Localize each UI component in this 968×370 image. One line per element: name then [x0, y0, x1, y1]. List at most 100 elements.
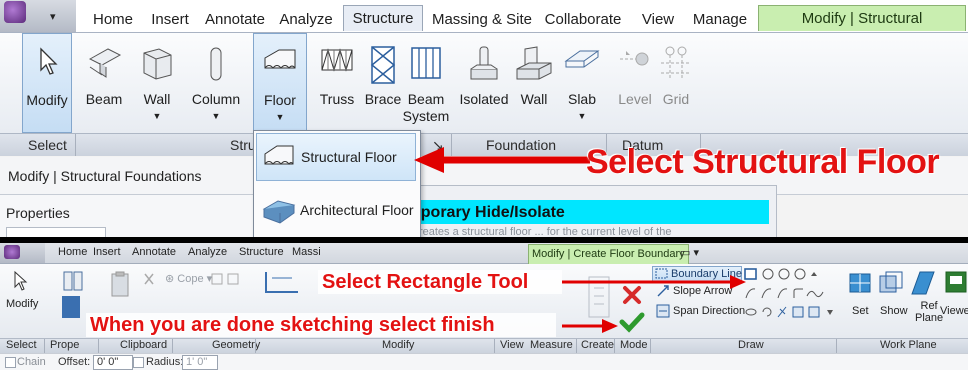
- pick-supports-icon[interactable]: [808, 306, 820, 318]
- tab-home[interactable]: Home: [88, 7, 138, 32]
- beam-button[interactable]: Beam: [80, 33, 128, 133]
- ref-plane-icon[interactable]: [908, 268, 938, 298]
- tab-collaborate[interactable]: Collaborate: [541, 7, 625, 32]
- tab-manage[interactable]: Manage: [688, 7, 752, 32]
- tab-insert[interactable]: Insert: [93, 246, 121, 258]
- join-icon[interactable]: [210, 272, 240, 286]
- cope-button[interactable]: ⊛ Cope ▾: [165, 272, 212, 285]
- floor-dropdown-arrow-icon[interactable]: ▼: [254, 112, 306, 122]
- finish-edit-mode-icon[interactable]: [619, 311, 645, 333]
- cursor-arrow-icon[interactable]: [10, 270, 30, 292]
- circumscribed-polygon-icon[interactable]: [778, 268, 790, 280]
- tab-analyze[interactable]: Analyze: [275, 7, 337, 32]
- panel-select[interactable]: Select: [28, 137, 67, 153]
- foundation-wall-button[interactable]: Wall: [512, 33, 556, 133]
- center-ends-arc-icon[interactable]: [761, 288, 772, 299]
- viewer-icon[interactable]: [944, 270, 968, 296]
- wall-button[interactable]: Wall ▼: [133, 33, 181, 133]
- panel-select[interactable]: Select: [6, 339, 37, 351]
- brace-button[interactable]: Brace: [361, 33, 405, 133]
- bottom-screenshot-panel: Home Insert Annotate Analyze Structure M…: [0, 243, 968, 370]
- tab-massing[interactable]: Massi: [292, 246, 321, 258]
- type-properties-icon[interactable]: [62, 296, 80, 318]
- beam-system-button[interactable]: Beam System: [402, 33, 450, 133]
- architectural-floor-icon: [262, 200, 296, 224]
- beam-icon: [88, 48, 122, 78]
- modify-button[interactable]: Modify: [6, 298, 38, 310]
- cut-icon[interactable]: [142, 272, 156, 286]
- panel-divider: [44, 339, 45, 353]
- panel-create[interactable]: Create: [581, 339, 614, 351]
- pick-walls-icon[interactable]: [792, 306, 804, 318]
- tab-extra-button[interactable]: ▭ ▾: [680, 246, 699, 259]
- viewer-button[interactable]: Viewer: [940, 305, 968, 317]
- chain-checkbox[interactable]: [5, 357, 16, 368]
- modify-button[interactable]: Modify: [22, 33, 72, 133]
- tab-home[interactable]: Home: [58, 246, 87, 258]
- application-menu-button[interactable]: ▾: [0, 0, 76, 32]
- type-selector[interactable]: [6, 227, 106, 237]
- menu-item-structural-floor[interactable]: Structural Floor: [256, 133, 416, 181]
- tab-massing-site[interactable]: Massing & Site: [425, 7, 539, 32]
- paste-icon[interactable]: [108, 270, 132, 300]
- offset-field[interactable]: 0' 0": [93, 355, 133, 370]
- ellipse-icon[interactable]: [745, 308, 757, 316]
- set-button[interactable]: Set: [852, 305, 869, 317]
- panel-view[interactable]: View: [500, 339, 524, 351]
- panel-work-plane[interactable]: Work Plane: [880, 339, 937, 351]
- floor-button[interactable]: Floor ▼: [253, 33, 307, 133]
- column-button[interactable]: Column ▼: [188, 33, 244, 133]
- architectural-floor-label: Architectural Floor: [300, 202, 414, 218]
- slab-button[interactable]: Slab ▼: [556, 33, 608, 133]
- align-icon[interactable]: [262, 270, 302, 296]
- panel-clipboard[interactable]: Clipboard: [120, 339, 167, 351]
- column-dropdown-arrow-icon[interactable]: ▼: [188, 111, 244, 121]
- circle-tool-icon[interactable]: [794, 268, 806, 280]
- truss-button[interactable]: Truss: [313, 33, 361, 133]
- draw-scroll-up-icon[interactable]: [811, 272, 817, 276]
- spline-icon[interactable]: [806, 290, 824, 298]
- tab-analyze[interactable]: Analyze: [188, 246, 227, 258]
- radius-field[interactable]: 1' 0": [182, 355, 218, 370]
- radius-checkbox[interactable]: [133, 357, 144, 368]
- tab-modify-structural-foundations[interactable]: Modify | Structural Foundations: [758, 5, 966, 52]
- menu-item-architectural-floor[interactable]: Architectural Floor: [256, 187, 416, 235]
- tangent-arc-icon[interactable]: [777, 288, 788, 299]
- show-button[interactable]: Show: [880, 305, 908, 317]
- draw-more-icon[interactable]: [827, 310, 833, 315]
- wall-dropdown-arrow-icon[interactable]: ▼: [133, 111, 181, 121]
- application-menu-button[interactable]: [0, 243, 45, 263]
- pick-lines-icon[interactable]: [777, 306, 787, 318]
- tab-annotate[interactable]: Annotate: [132, 246, 176, 258]
- panel-draw[interactable]: Draw: [738, 339, 764, 351]
- tab-modify-create-floor-boundary[interactable]: Modify | Create Floor Boundary: [528, 244, 689, 264]
- tab-structure[interactable]: Structure: [239, 246, 284, 258]
- properties-icon[interactable]: [60, 270, 86, 292]
- panel-structure[interactable]: Stru: [230, 137, 256, 153]
- partial-ellipse-icon[interactable]: [762, 307, 772, 317]
- tab-view[interactable]: View: [635, 7, 681, 32]
- structural-floor-label: Structural Floor: [301, 149, 397, 165]
- radius-label: Radius:: [146, 356, 184, 368]
- isolated-foundation-button[interactable]: Isolated: [456, 33, 512, 133]
- slab-dropdown-arrow-icon[interactable]: ▼: [556, 111, 608, 121]
- panel-geometry[interactable]: Geometry: [212, 339, 260, 351]
- ref-plane-button[interactable]: Ref Plane: [915, 300, 943, 324]
- inscribed-polygon-icon[interactable]: [762, 268, 774, 280]
- level-button[interactable]: Level: [614, 33, 656, 133]
- slab-icon: [564, 50, 600, 68]
- grid-label: Grid: [662, 91, 690, 107]
- set-work-plane-icon[interactable]: [848, 270, 872, 296]
- show-work-plane-icon[interactable]: [878, 270, 904, 296]
- tab-annotate[interactable]: Annotate: [200, 7, 270, 32]
- panel-mode[interactable]: Mode: [620, 339, 648, 351]
- draw-tools-row-3: [745, 306, 833, 318]
- panel-properties[interactable]: Prope: [50, 339, 79, 351]
- panel-modify[interactable]: Modify: [382, 339, 414, 351]
- fillet-arc-icon[interactable]: [793, 288, 803, 298]
- tab-insert[interactable]: Insert: [142, 7, 198, 32]
- grid-button[interactable]: Grid: [656, 33, 696, 133]
- span-direction-button[interactable]: Span Direction: [673, 305, 745, 317]
- tab-structure[interactable]: Structure: [343, 5, 423, 31]
- panel-measure[interactable]: Measure: [530, 339, 573, 351]
